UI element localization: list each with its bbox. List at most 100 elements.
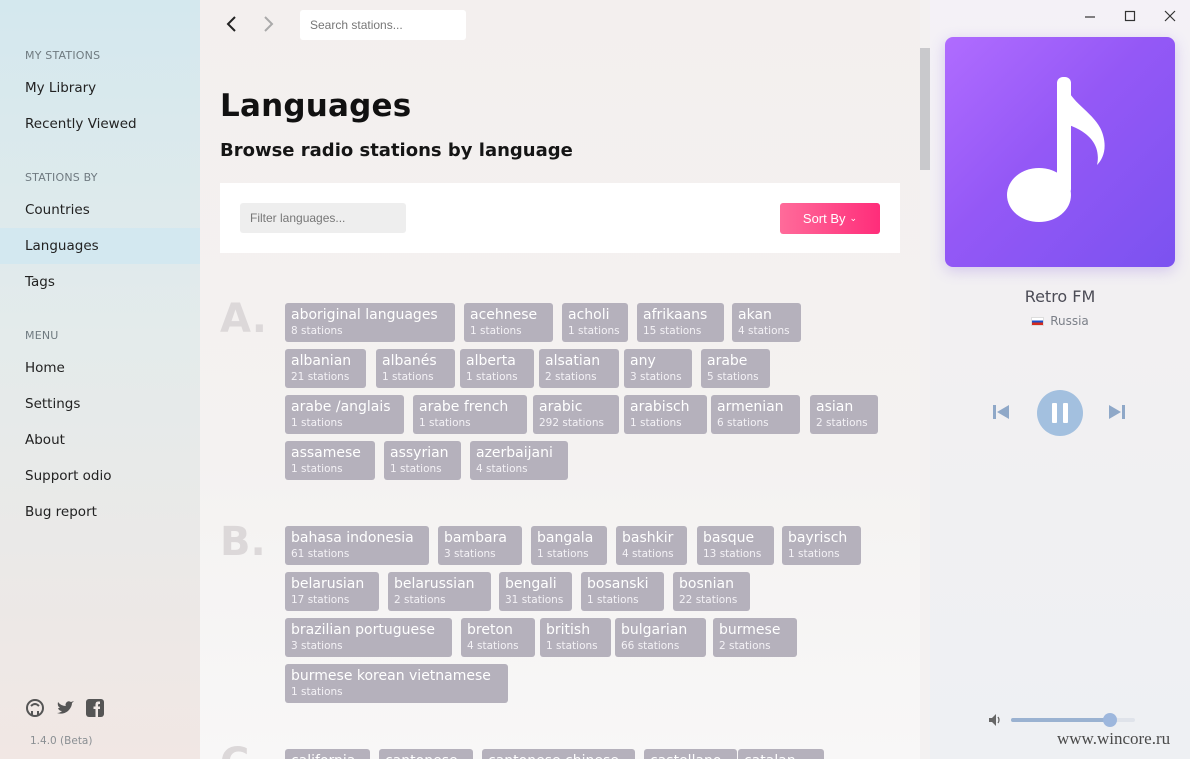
sidebar-item-languages[interactable]: Languages [0,228,200,264]
language-tag[interactable]: bashkir 4 stations [616,526,687,565]
language-tag[interactable]: belarussian 2 stations [388,572,491,611]
minimize-icon[interactable] [1080,6,1100,26]
language-tag[interactable]: arabisch 1 stations [624,395,707,434]
language-tag[interactable]: arabic 292 stations [533,395,619,434]
station-country-label: Russia [1050,314,1089,328]
station-count: 1 stations [291,686,343,698]
sidebar-item-bug-report[interactable]: Bug report [0,494,200,530]
maximize-icon[interactable] [1120,6,1140,26]
previous-icon[interactable] [992,403,1010,421]
language-tag[interactable]: burmese 2 stations [713,618,797,657]
music-note-icon [1007,77,1105,222]
language-tag[interactable]: bangala 1 stations [531,526,607,565]
group-letter: A. [220,296,267,342]
language-tag[interactable]: akan 4 stations [732,303,801,342]
twitter-icon[interactable] [55,698,75,718]
sort-by-button[interactable]: Sort By ⌄ [780,203,880,234]
next-icon[interactable] [1108,403,1126,421]
language-tag[interactable]: bambara 3 stations [438,526,522,565]
station-count: 292 stations [539,417,604,429]
station-count: 8 stations [291,325,343,337]
language-tag[interactable]: brazilian portuguese 3 stations [285,618,452,657]
language-tag[interactable]: bayrisch 1 stations [782,526,861,565]
language-tag[interactable]: assyrian 1 stations [384,441,461,480]
scrollbar-thumb[interactable] [920,48,930,170]
language-name: brazilian portuguese [291,622,435,638]
sidebar-item-countries[interactable]: Countries [0,192,200,228]
language-tag[interactable]: azerbaijani 4 stations [470,441,568,480]
language-tag[interactable]: catalan [738,749,824,759]
sidebar-item-tags[interactable]: Tags [0,264,200,300]
close-icon[interactable] [1160,6,1180,26]
language-tag[interactable]: any 3 stations [624,349,692,388]
language-tag[interactable]: arabe /anglais 1 stations [285,395,404,434]
language-name: breton [467,622,513,638]
language-tag[interactable]: basque 13 stations [697,526,774,565]
language-tag[interactable]: asian 2 stations [810,395,878,434]
forward-button[interactable] [256,12,280,36]
language-tag[interactable]: afrikaans 15 stations [637,303,724,342]
search-input[interactable] [300,10,466,40]
station-count: 1 stations [419,417,471,429]
language-tag[interactable]: bahasa indonesia 61 stations [285,526,429,565]
language-tag[interactable]: bosnian 22 stations [673,572,750,611]
language-tag[interactable]: assamese 1 stations [285,441,375,480]
chevron-right-icon [264,16,274,32]
language-tag[interactable]: bulgarian 66 stations [615,618,706,657]
github-icon[interactable] [25,698,45,718]
language-name: akan [738,307,772,323]
language-name: any [630,353,656,369]
language-tag[interactable]: alberta 1 stations [460,349,534,388]
station-count: 4 stations [476,463,528,475]
language-name: castellano [650,752,731,759]
language-name: alsatian [545,353,601,369]
language-tag[interactable]: arabe french 1 stations [413,395,527,434]
station-count: 4 stations [622,548,674,560]
sidebar-item-support-odio[interactable]: Support odio [0,458,200,494]
language-tag[interactable]: california [285,749,370,759]
language-name: cantonese [385,752,467,759]
station-count: 3 stations [444,548,496,560]
language-tag[interactable]: cantonese [379,749,473,759]
facebook-icon[interactable] [85,698,105,718]
language-name: basque [703,530,755,546]
language-tag[interactable]: alsatian 2 stations [539,349,619,388]
sidebar-item-settings[interactable]: Settings [0,386,200,422]
language-name: aboriginal languages [291,307,438,323]
language-tag[interactable]: burmese korean vietnamese 1 stations [285,664,508,703]
station-count: 1 stations [546,640,598,652]
language-name: arabisch [630,399,690,415]
language-tag[interactable]: breton 4 stations [461,618,535,657]
language-tag[interactable]: british 1 stations [540,618,611,657]
volume-slider[interactable] [1011,713,1135,727]
volume-knob[interactable] [1103,713,1118,727]
filter-languages-input[interactable] [240,203,406,233]
language-tag[interactable]: cantonese chinese [482,749,635,759]
station-count: 3 stations [630,371,682,383]
language-tag[interactable]: belarusian 17 stations [285,572,379,611]
language-tag[interactable]: castellano [644,749,737,759]
sidebar-item-recently-viewed[interactable]: Recently Viewed [0,106,200,142]
language-tag[interactable]: arabe 5 stations [701,349,770,388]
volume-icon[interactable] [987,712,1003,728]
sidebar: MY STATIONS My Library Recently Viewed STAT… [0,0,200,759]
language-name: california [291,752,364,759]
language-name: bayrisch [788,530,848,546]
language-tag[interactable]: albanés 1 stations [376,349,455,388]
language-tag[interactable]: acholi 1 stations [562,303,628,342]
sidebar-item-my-library[interactable]: My Library [0,70,200,106]
language-tag[interactable]: armenian 6 stations [711,395,800,434]
language-tag[interactable]: bosanski 1 stations [581,572,664,611]
sidebar-heading: STATIONS BY [25,171,98,184]
sidebar-item-home[interactable]: Home [0,350,200,386]
language-tag[interactable]: bengali 31 stations [499,572,572,611]
station-count: 1 stations [291,463,343,475]
sidebar-item-about[interactable]: About [0,422,200,458]
language-name: bashkir [622,530,674,546]
language-tag[interactable]: aboriginal languages 8 stations [285,303,455,342]
pause-button[interactable] [1037,390,1083,436]
station-count: 4 stations [467,640,519,652]
language-tag[interactable]: acehnese 1 stations [464,303,553,342]
language-tag[interactable]: albanian 21 stations [285,349,366,388]
back-button[interactable] [220,12,244,36]
